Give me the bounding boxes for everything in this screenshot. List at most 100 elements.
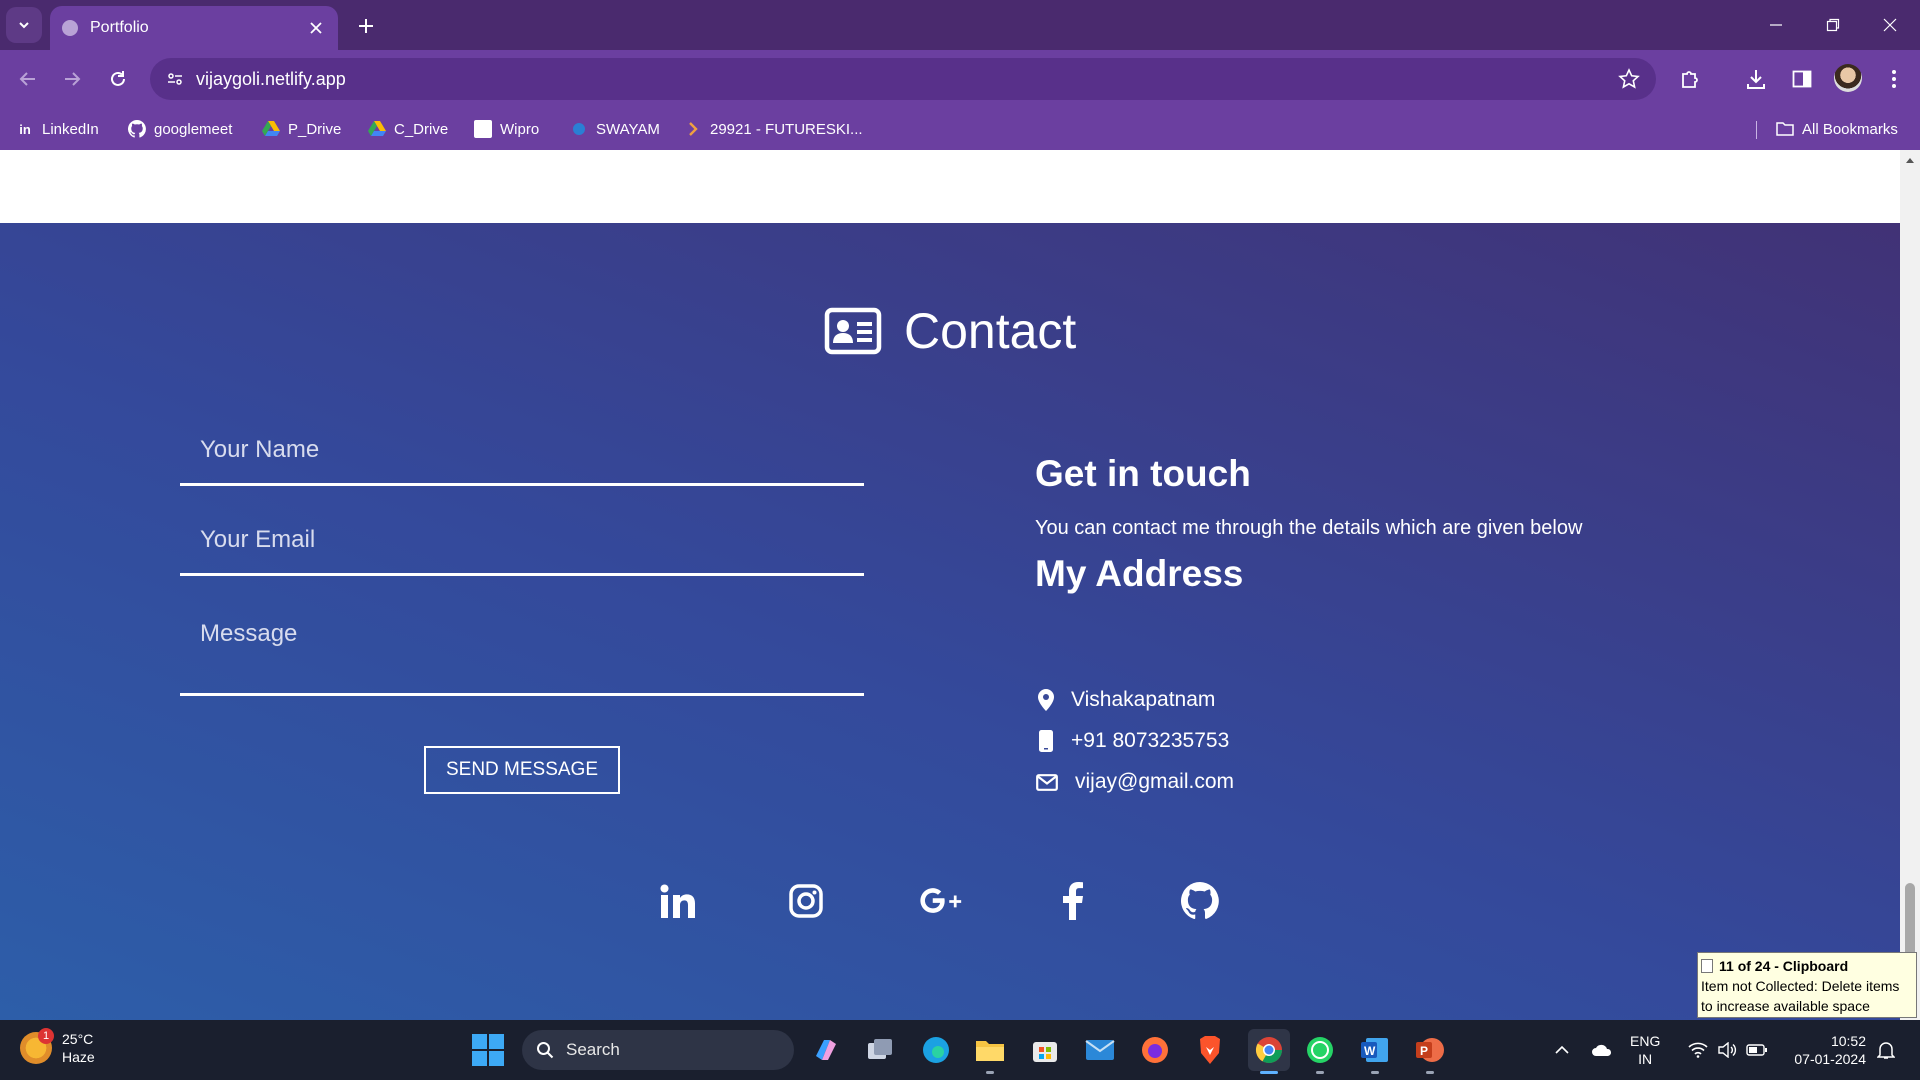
tab-close-button[interactable] xyxy=(306,18,326,38)
menu-button[interactable] xyxy=(1878,63,1910,95)
facebook-link[interactable] xyxy=(1051,879,1095,923)
page-scrollbar[interactable] xyxy=(1900,150,1920,1020)
bookmark-label: googlemeet xyxy=(154,120,233,138)
clipboard-notification[interactable]: 11 of 24 - Clipboard Item not Collected:… xyxy=(1697,952,1917,1018)
contact-title: Contact xyxy=(904,303,1077,359)
task-view-icon[interactable] xyxy=(862,1032,898,1068)
firefox-app-icon[interactable] xyxy=(1137,1032,1173,1068)
clock[interactable]: 10:52 07-01-2024 xyxy=(1786,1032,1866,1068)
side-panel-icon xyxy=(1792,70,1812,88)
globe-icon xyxy=(62,20,78,36)
side-panel-button[interactable] xyxy=(1786,63,1818,95)
github-icon xyxy=(1181,882,1219,920)
brave-app-icon[interactable] xyxy=(1192,1032,1228,1068)
minimize-button[interactable] xyxy=(1758,10,1794,40)
mail-app-icon[interactable] xyxy=(1082,1032,1118,1068)
file-explorer-app-icon[interactable] xyxy=(972,1032,1008,1068)
bookmark-linkedin[interactable]: in LinkedIn xyxy=(16,116,99,142)
powerpoint-app-icon[interactable]: P xyxy=(1412,1032,1448,1068)
close-window-button[interactable] xyxy=(1872,10,1908,40)
scrollbar-thumb[interactable] xyxy=(1905,883,1915,963)
email-field xyxy=(180,526,864,576)
chevron-down-icon xyxy=(19,22,29,29)
bookmark-wipro[interactable]: Wipro xyxy=(474,116,539,142)
reload-button[interactable] xyxy=(102,63,134,95)
bookmark-label: LinkedIn xyxy=(42,120,99,138)
contact-heading: Contact xyxy=(824,301,1076,361)
bookmark-star-icon[interactable] xyxy=(1618,68,1640,90)
email-input[interactable] xyxy=(180,526,864,554)
mobile-phone-icon xyxy=(1035,729,1057,753)
wipro-icon xyxy=(474,120,492,138)
start-button[interactable] xyxy=(472,1034,504,1066)
forward-button[interactable] xyxy=(56,63,88,95)
instagram-link[interactable] xyxy=(784,879,828,923)
language-indicator[interactable]: ENG IN xyxy=(1630,1032,1660,1068)
site-info-icon[interactable] xyxy=(160,64,190,94)
swayam-icon xyxy=(570,120,588,138)
chrome-app-icon[interactable] xyxy=(1248,1029,1290,1071)
temperature: 25°C xyxy=(62,1031,94,1047)
clock-time: 10:52 xyxy=(1830,1033,1866,1049)
message-field xyxy=(180,610,864,696)
whatsapp-app-icon[interactable] xyxy=(1302,1032,1338,1068)
bookmark-p-drive[interactable]: P_Drive xyxy=(262,116,341,142)
extensions-button[interactable] xyxy=(1675,63,1707,95)
url-text: vijaygoli.netlify.app xyxy=(196,68,346,89)
address-title: My Address xyxy=(1035,553,1244,594)
taskbar-search[interactable]: Search xyxy=(522,1030,794,1070)
send-message-button[interactable]: SEND MESSAGE xyxy=(424,746,620,794)
new-tab-button[interactable] xyxy=(352,12,380,40)
email-text: vijay@gmail.com xyxy=(1075,770,1235,793)
google-plus-link[interactable] xyxy=(919,879,963,923)
get-in-touch-title: Get in touch xyxy=(1035,453,1251,494)
running-indicator xyxy=(1316,1071,1324,1074)
download-icon xyxy=(1747,70,1765,89)
bookmark-c-drive[interactable]: C_Drive xyxy=(368,116,448,142)
windows-logo-pane xyxy=(489,1034,504,1049)
notifications-button[interactable] xyxy=(1874,1038,1898,1062)
tab-search-button[interactable] xyxy=(6,7,42,43)
instagram-icon xyxy=(789,884,823,918)
all-bookmarks-label: All Bookmarks xyxy=(1802,120,1898,138)
microsoft-store-app-icon[interactable] xyxy=(1027,1032,1063,1068)
github-link[interactable] xyxy=(1178,879,1222,923)
close-icon xyxy=(1883,18,1897,32)
onedrive-icon[interactable] xyxy=(1590,1038,1614,1062)
name-input[interactable] xyxy=(180,436,864,464)
linkedin-link[interactable] xyxy=(656,879,700,923)
battery-icon[interactable] xyxy=(1745,1038,1769,1062)
browser-tab[interactable]: Portfolio xyxy=(50,6,338,50)
bookmark-futureskills[interactable]: 29921 - FUTURESKI... xyxy=(684,116,863,142)
bookmark-label: C_Drive xyxy=(394,120,449,138)
bookmarks-bar: in LinkedIn googlemeet P_Drive C_Drive W… xyxy=(0,108,1920,150)
message-textarea[interactable] xyxy=(180,610,864,690)
browser-toolbar: vijaygoli.netlify.app xyxy=(0,50,1920,108)
page-viewport: Contact SEND MESSAGE Get in touch You ca… xyxy=(0,150,1900,1020)
restore-button[interactable] xyxy=(1815,10,1851,40)
copilot-app-icon[interactable] xyxy=(808,1032,844,1068)
scroll-up-arrow-icon[interactable] xyxy=(1904,154,1916,166)
svg-text:P: P xyxy=(1420,1044,1428,1058)
profile-avatar[interactable] xyxy=(1834,64,1862,92)
bookmark-googlemeet[interactable]: googlemeet xyxy=(128,116,232,142)
active-indicator xyxy=(1260,1071,1278,1074)
edge-app-icon[interactable] xyxy=(918,1032,954,1068)
back-button[interactable] xyxy=(12,63,44,95)
downloads-button[interactable] xyxy=(1740,63,1772,95)
show-hidden-icons-button[interactable] xyxy=(1550,1038,1574,1062)
windows-logo-pane xyxy=(472,1034,487,1049)
all-bookmarks-button[interactable]: All Bookmarks xyxy=(1776,116,1898,142)
region-code: IN xyxy=(1638,1051,1653,1067)
wifi-icon[interactable] xyxy=(1686,1038,1710,1062)
google-drive-icon xyxy=(262,120,280,138)
arrow-left-icon xyxy=(19,72,35,86)
volume-icon[interactable] xyxy=(1715,1038,1739,1062)
chevron-right-icon xyxy=(684,120,702,138)
google-plus-icon xyxy=(920,888,962,913)
address-bar[interactable]: vijaygoli.netlify.app xyxy=(150,58,1656,100)
weather-widget[interactable]: 1 25°C Haze xyxy=(20,1028,95,1066)
contact-card-icon xyxy=(824,307,882,355)
bookmark-swayam[interactable]: SWAYAM xyxy=(570,116,660,142)
word-app-icon[interactable]: W xyxy=(1357,1032,1393,1068)
